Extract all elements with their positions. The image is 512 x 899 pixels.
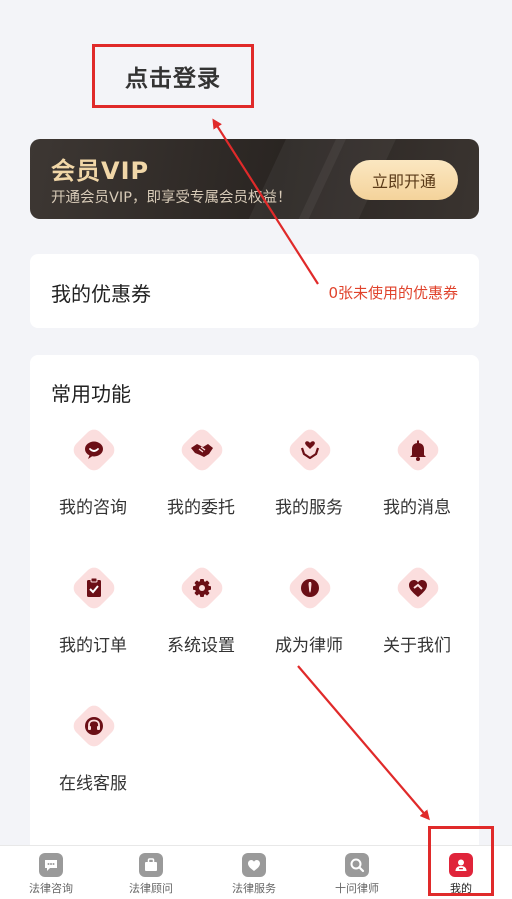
coupon-row[interactable]: 我的优惠券 0张未使用的优惠券 <box>30 254 479 328</box>
clipboard-check-icon <box>87 577 101 597</box>
heart-hands-icon <box>300 441 320 460</box>
menu-item-about-us[interactable]: 关于我们 <box>363 563 471 675</box>
login-link[interactable]: 点击登录 <box>125 59 221 93</box>
menu-item-label: 我的咨询 <box>59 498 127 518</box>
tab-label: 法律咨询 <box>29 882 73 895</box>
menu-item-label: 系统设置 <box>167 636 235 656</box>
heart-icon <box>409 580 427 597</box>
tab-legal-services[interactable]: 法律服务 <box>203 846 305 899</box>
search-icon <box>350 858 365 873</box>
menu-item-my-messages[interactable]: 我的消息 <box>363 425 471 537</box>
tab-label: 法律服务 <box>232 882 276 895</box>
menu-item-online-support[interactable]: 在线客服 <box>39 701 147 813</box>
briefcase-icon <box>145 858 157 871</box>
vip-description: 开通会员VIP，即享受专属会员权益！ <box>51 190 292 206</box>
gear-icon <box>193 579 211 597</box>
headset-icon <box>85 717 103 735</box>
login-highlight-box[interactable]: 点击登录 <box>92 44 254 108</box>
menu-item-label: 在线客服 <box>59 774 127 794</box>
menu-item-system-settings[interactable]: 系统设置 <box>147 563 255 675</box>
tie-icon <box>301 579 319 597</box>
menu-item-label: 我的订单 <box>59 636 127 656</box>
menu-item-label: 成为律师 <box>275 636 343 656</box>
menu-item-label: 我的服务 <box>275 498 343 518</box>
vip-title: 会员VIP <box>51 157 150 185</box>
menu-item-label: 我的委托 <box>167 498 235 518</box>
heart-icon <box>248 860 260 871</box>
menu-item-my-delegation[interactable]: 我的委托 <box>147 425 255 537</box>
vip-banner: 会员VIP 开通会员VIP，即享受专属会员权益！ 立即开通 <box>30 139 479 219</box>
chat-bubble-icon <box>85 441 103 459</box>
common-functions-panel: 常用功能 我的咨询 我的委托 我的服务 我的消息 我的订单 系统设置 成为律师 … <box>30 355 479 845</box>
menu-item-my-services[interactable]: 我的服务 <box>255 425 363 537</box>
menu-item-become-lawyer[interactable]: 成为律师 <box>255 563 363 675</box>
bell-icon <box>410 440 426 461</box>
tab-highlight-box <box>428 826 494 896</box>
menu-item-my-orders[interactable]: 我的订单 <box>39 563 147 675</box>
tab-legal-consultation[interactable]: 法律咨询 <box>0 846 102 899</box>
menu-item-label: 关于我们 <box>383 636 451 656</box>
coupon-status: 0张未使用的优惠券 <box>328 284 458 302</box>
tab-legal-advisor[interactable]: 法律顾问 <box>100 846 202 899</box>
section-title: 常用功能 <box>51 382 131 406</box>
coupon-title: 我的优惠券 <box>51 282 151 306</box>
menu-item-my-consultation[interactable]: 我的咨询 <box>39 425 147 537</box>
handshake-icon <box>191 444 213 457</box>
vip-activate-button[interactable]: 立即开通 <box>350 160 458 200</box>
tab-ask-lawyer[interactable]: 十问律师 <box>306 846 408 899</box>
menu-item-label: 我的消息 <box>383 498 451 518</box>
chat-icon <box>45 860 57 871</box>
tab-label: 法律顾问 <box>129 882 173 895</box>
tab-label: 十问律师 <box>335 882 379 895</box>
